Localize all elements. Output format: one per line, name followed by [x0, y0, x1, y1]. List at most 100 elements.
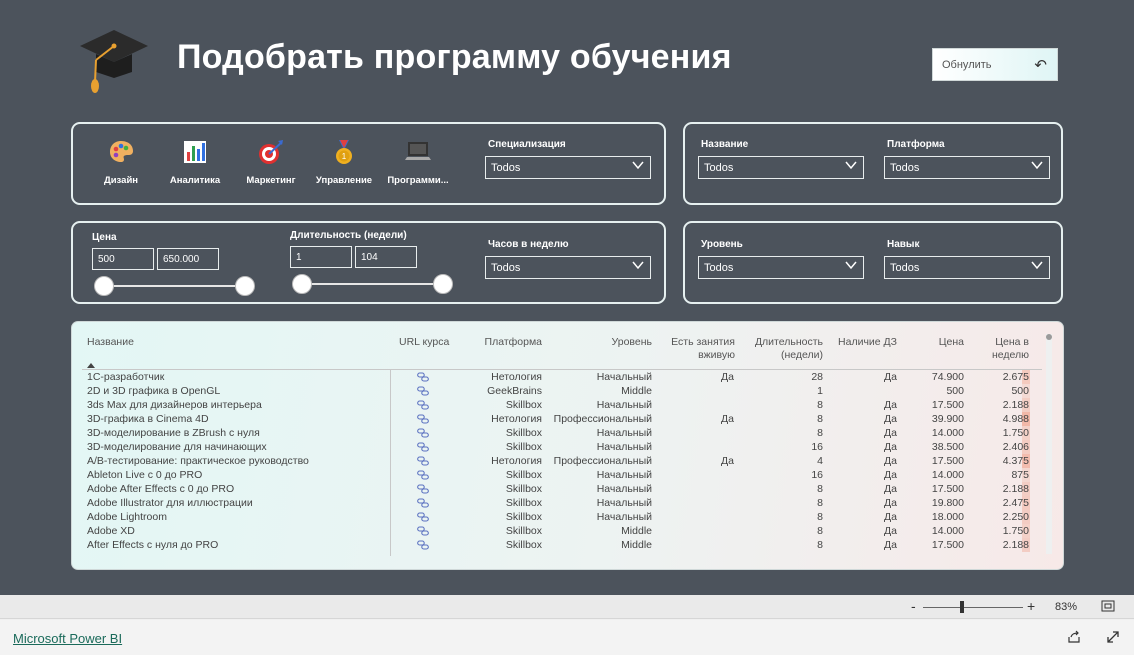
link-icon[interactable]: [417, 470, 429, 480]
skill-dropdown[interactable]: Todos: [884, 256, 1050, 279]
fullscreen-icon[interactable]: [1106, 630, 1120, 644]
link-icon[interactable]: [417, 512, 429, 522]
duration-min-input[interactable]: 1: [290, 246, 352, 268]
cell-name: 3D-графика в Cinema 4D: [87, 413, 209, 425]
link-icon[interactable]: [417, 540, 429, 550]
column-header-url[interactable]: URL курса: [399, 336, 449, 349]
table-scrollbar-thumb[interactable]: [1046, 334, 1052, 340]
table-row[interactable]: 1С-разработчик Нетология Начальный Да 28 Да 74…: [72, 370, 1052, 384]
table-row[interactable]: 3ds Max для дизайнеров интерьера Skillbox…: [72, 398, 1052, 412]
duration-slider-track[interactable]: [302, 283, 442, 285]
category-design[interactable]: Дизайн: [86, 133, 156, 195]
column-header-live[interactable]: Есть занятия вживую: [660, 336, 735, 362]
price-slider-min-handle[interactable]: [94, 276, 114, 296]
reset-button[interactable]: Обнулить ↶: [932, 48, 1058, 81]
table-row[interactable]: Adobe After Effects с 0 до PRO Skillbox На…: [72, 482, 1052, 496]
reset-button-label: Обнулить: [942, 58, 992, 71]
table-row[interactable]: 3D-моделирование для начинающих Skillbox Н…: [72, 440, 1052, 454]
specialization-dropdown[interactable]: Todos: [485, 156, 651, 179]
zoom-in-button[interactable]: +: [1027, 598, 1035, 614]
cell-level: Профессиональный: [553, 413, 652, 425]
svg-text:1: 1: [342, 152, 347, 161]
cell-platform: Skillbox: [505, 483, 542, 495]
table-row[interactable]: 2D и 3D графика в OpenGL GeekBrains Middle…: [72, 384, 1052, 398]
level-filter-label: Уровень: [701, 239, 743, 250]
cell-weekly: 1.750: [1002, 525, 1029, 537]
chevron-down-icon: [1031, 161, 1043, 170]
cell-duration: 8: [817, 427, 823, 439]
cell-name: After Effects с нуля до PRO: [87, 539, 219, 551]
cell-price: 18.000: [931, 511, 964, 523]
duration-slider-min-handle[interactable]: [292, 274, 312, 294]
cell-price: 19.800: [931, 497, 964, 509]
cell-homework: Да: [884, 413, 897, 425]
name-dropdown[interactable]: Todos: [698, 156, 864, 179]
cell-weekly: 2.475: [1002, 497, 1029, 509]
table-row[interactable]: A/B-тестирование: практическое руководст…: [72, 454, 1052, 468]
hours-dropdown[interactable]: Todos: [485, 256, 651, 279]
cell-platform: Нетология: [491, 413, 542, 425]
cell-duration: 8: [817, 413, 823, 425]
page-title: Подобрать программу обучения: [177, 38, 732, 76]
link-icon[interactable]: [417, 386, 429, 396]
table-row[interactable]: After Effects с нуля до PRO Skillbox Middl…: [72, 538, 1052, 552]
category-analytics[interactable]: Аналитика: [160, 133, 230, 195]
link-icon[interactable]: [417, 498, 429, 508]
link-icon[interactable]: [417, 428, 429, 438]
dropdown-value: Todos: [890, 162, 920, 174]
column-header-line: Длительность: [754, 336, 823, 348]
link-icon[interactable]: [417, 484, 429, 494]
link-icon[interactable]: [417, 526, 429, 536]
duration-slider-max-handle[interactable]: [433, 274, 453, 294]
cell-level: Начальный: [596, 441, 652, 453]
share-icon[interactable]: [1067, 630, 1081, 644]
category-management[interactable]: 1 Управление: [309, 133, 379, 195]
cell-live: Да: [721, 371, 734, 383]
column-header-homework[interactable]: Наличие ДЗ: [827, 336, 897, 349]
column-header-price[interactable]: Цена: [922, 336, 964, 349]
platform-dropdown[interactable]: Todos: [884, 156, 1050, 179]
table-row[interactable]: Adobe Illustrator для иллюстрации Skillbo…: [72, 496, 1052, 510]
cell-level: Middle: [621, 539, 652, 551]
cell-homework: Да: [884, 399, 897, 411]
link-icon[interactable]: [417, 400, 429, 410]
cell-duration: 8: [817, 525, 823, 537]
column-header-line: (недели): [780, 349, 823, 361]
cell-weekly: 500: [1011, 385, 1029, 397]
duration-filter-label: Длительность (недели): [290, 230, 407, 241]
table-row[interactable]: 3D-графика в Cinema 4D Нетология Профессио…: [72, 412, 1052, 426]
platform-filter-label: Платформа: [887, 139, 945, 150]
fit-to-page-icon[interactable]: [1101, 600, 1115, 612]
column-header-duration[interactable]: Длительность (недели): [744, 336, 823, 362]
column-header-platform[interactable]: Платформа: [472, 336, 542, 349]
link-icon[interactable]: [417, 372, 429, 382]
zoom-slider-handle[interactable]: [960, 601, 964, 613]
table-row[interactable]: Adobe XD Skillbox Middle 8 Да 14.000 1.750: [72, 524, 1052, 538]
table-scrollbar[interactable]: [1046, 334, 1052, 554]
column-header-level[interactable]: Уровень: [572, 336, 652, 349]
price-max-input[interactable]: 650.000: [157, 248, 219, 270]
category-marketing[interactable]: Маркетинг: [236, 133, 306, 195]
cell-duration: 28: [811, 371, 823, 383]
column-header-weekly-price[interactable]: Цена в неделю: [982, 336, 1029, 362]
link-icon[interactable]: [417, 442, 429, 452]
table-row[interactable]: 3D-моделирование в ZBrush с нуля Skillbox…: [72, 426, 1052, 440]
power-bi-link[interactable]: Microsoft Power BI: [13, 631, 122, 646]
price-slider-max-handle[interactable]: [235, 276, 255, 296]
category-programming[interactable]: Программи...: [383, 133, 453, 195]
table-row[interactable]: Adobe Lightroom Skillbox Начальный 8 Да 18.00…: [72, 510, 1052, 524]
price-slider-track[interactable]: [104, 285, 244, 287]
duration-max-input[interactable]: 104: [355, 246, 417, 268]
zoom-slider[interactable]: [923, 607, 1023, 608]
link-icon[interactable]: [417, 414, 429, 424]
level-dropdown[interactable]: Todos: [698, 256, 864, 279]
cell-name: 1С-разработчик: [87, 371, 165, 383]
sort-ascending-icon[interactable]: [87, 363, 95, 368]
price-min-input[interactable]: 500: [92, 248, 154, 270]
table-row[interactable]: Ableton Live с 0 до PRO Skillbox Начальный…: [72, 468, 1052, 482]
link-icon[interactable]: [417, 456, 429, 466]
cell-duration: 8: [817, 399, 823, 411]
dropdown-value: Todos: [491, 262, 521, 274]
column-header-name[interactable]: Название: [87, 336, 134, 349]
zoom-out-button[interactable]: -: [911, 598, 916, 614]
